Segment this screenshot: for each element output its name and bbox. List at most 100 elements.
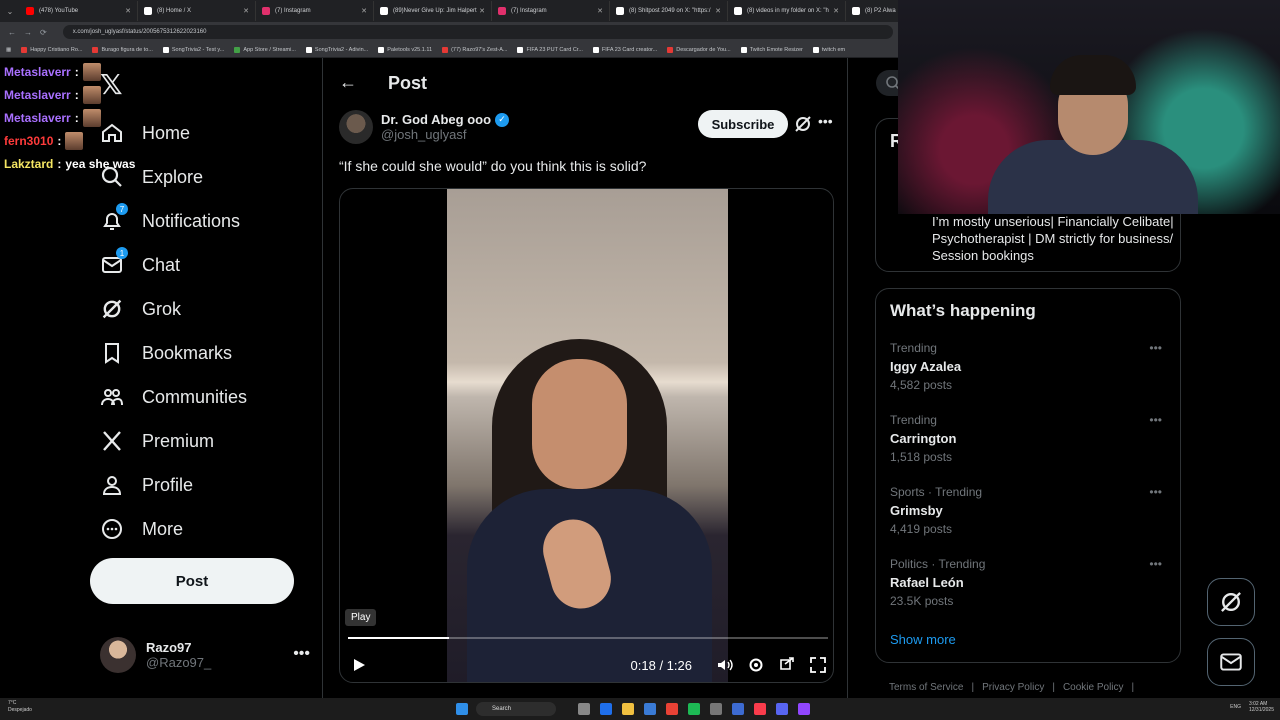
pip-button[interactable] — [777, 655, 797, 675]
x-logo-icon[interactable]: 𝕏 — [100, 71, 126, 99]
file-explorer-icon[interactable] — [622, 703, 634, 715]
nav-item-chat[interactable]: 1 Chat — [100, 243, 247, 287]
store-icon[interactable] — [644, 703, 656, 715]
post-author[interactable]: Dr. God Abeg ooo ✓ @josh_uglyasf — [339, 110, 510, 144]
bookmark-item[interactable]: FIFA 23 Card creator... — [592, 46, 657, 53]
bookmark-label: SongTrivia2 - Test y... — [171, 46, 225, 53]
footer-link[interactable]: Cookie Policy — [1063, 682, 1124, 693]
language-indicator[interactable]: ENG — [1230, 704, 1241, 710]
discord-icon[interactable] — [776, 703, 788, 715]
more-dots-icon[interactable]: ••• — [1149, 341, 1162, 355]
more-dots-icon[interactable]: ••• — [818, 113, 833, 129]
bookmark-item[interactable]: SongTrivia2 - Test y... — [162, 46, 225, 53]
nav-item-more[interactable]: More — [100, 507, 247, 551]
nav-item-premium[interactable]: Premium — [100, 419, 247, 463]
bookmark-item[interactable]: twitch em — [812, 46, 846, 53]
bookmark-item[interactable]: (77) Razo97's Zest-A... — [442, 46, 507, 53]
trend-name: Grimsby — [890, 503, 943, 518]
messages-floating-button[interactable] — [1207, 638, 1255, 686]
post-button[interactable]: Post — [90, 558, 294, 604]
start-icon[interactable] — [456, 703, 468, 715]
trend-item[interactable]: Trending Carrington 1,518 posts ••• — [890, 413, 1170, 464]
more-dots-icon[interactable]: ••• — [1149, 557, 1162, 571]
apps-icon[interactable]: ▦ — [6, 47, 11, 53]
clock[interactable]: 3:02 AM 12/31/2025 — [1249, 701, 1274, 713]
trend-item[interactable]: Sports · Trending Grimsby 4,419 posts ••… — [890, 485, 1170, 536]
close-tab-icon[interactable]: ✕ — [597, 7, 603, 15]
back-nav-icon[interactable]: ← — [8, 28, 16, 37]
author-handle[interactable]: @josh_uglyasf — [381, 127, 509, 142]
person-icon — [100, 473, 124, 497]
back-arrow-icon[interactable]: ← — [339, 72, 357, 93]
bookmark-item[interactable]: FIFA 23 PUT Card Cr... — [517, 46, 583, 53]
close-tab-icon[interactable]: ✕ — [479, 7, 485, 15]
video-player[interactable]: Play 0:18 / 1:26 — [339, 188, 834, 683]
close-tab-icon[interactable]: ✕ — [833, 7, 839, 15]
post-text: “If she could she would” do you think th… — [339, 158, 647, 174]
trend-item[interactable]: Trending Iggy Azalea 4,582 posts ••• — [890, 341, 1170, 392]
music-icon[interactable] — [754, 703, 766, 715]
bookmark-label: App Store / Streami... — [243, 46, 296, 53]
forward-nav-icon[interactable]: → — [24, 28, 32, 37]
notification-badge: 1 — [116, 247, 128, 259]
nav-item-explore[interactable]: Explore — [100, 155, 247, 199]
account-switcher[interactable]: Razo97 @Razo97_ ••• — [100, 637, 310, 673]
show-more-link[interactable]: Show more — [890, 632, 956, 647]
close-tab-icon[interactable]: ✕ — [361, 7, 367, 15]
nav-item-grok[interactable]: Grok — [100, 287, 247, 331]
subscribe-button[interactable]: Subscribe — [698, 110, 788, 138]
video-frame[interactable] — [447, 189, 728, 682]
volume-button[interactable] — [715, 655, 735, 675]
nav-item-notifications[interactable]: 7 Notifications — [100, 199, 247, 243]
more-dots-icon[interactable]: ••• — [293, 645, 310, 663]
play-button[interactable] — [348, 654, 370, 676]
bookmark-item[interactable]: SongTrivia2 - Adivin... — [305, 46, 368, 53]
nav-item-profile[interactable]: Profile — [100, 463, 247, 507]
grok-icon[interactable] — [793, 114, 813, 134]
weather-widget[interactable]: 7°C Despejado — [8, 700, 32, 714]
spotify-icon[interactable] — [688, 703, 700, 715]
chat-username: Lakztard — [4, 156, 54, 171]
settings-button[interactable] — [746, 655, 766, 675]
chrome-icon[interactable] — [666, 703, 678, 715]
trend-item[interactable]: Politics · Trending Rafael León 23.5K po… — [890, 557, 1170, 608]
browser-tab[interactable]: (8) Home / X ✕ — [138, 1, 256, 21]
footer-link[interactable]: Terms of Service — [889, 682, 963, 693]
browser-tab[interactable]: (8) Shitpost 2049 on X: "https:/ ✕ — [610, 1, 728, 21]
footer-link[interactable]: Privacy Policy — [982, 682, 1044, 693]
bookmark-item[interactable]: Descargador de You... — [667, 46, 731, 53]
fullscreen-button[interactable] — [808, 655, 828, 675]
author-name[interactable]: Dr. God Abeg ooo — [381, 112, 491, 127]
bookmark-item[interactable]: App Store / Streami... — [234, 46, 296, 53]
twitch-icon[interactable] — [798, 703, 810, 715]
reload-icon[interactable]: ⟳ — [40, 28, 47, 37]
bookmark-item[interactable]: Happy Cristiano Ro... — [21, 46, 82, 53]
task-view-icon[interactable] — [578, 703, 590, 715]
url-field[interactable]: x.com/josh_uglyasf/status/20056753126220… — [62, 25, 893, 39]
browser-tab[interactable]: (478) YouTube ✕ — [20, 1, 138, 21]
close-tab-icon[interactable]: ✕ — [125, 7, 131, 15]
close-tab-icon[interactable]: ✕ — [243, 7, 249, 15]
more-dots-icon[interactable]: ••• — [1149, 413, 1162, 427]
close-tab-icon[interactable]: ✕ — [715, 7, 721, 15]
video-progress-bar[interactable] — [348, 637, 828, 639]
bookmark-label: twitch em — [821, 46, 846, 53]
app-icon[interactable] — [732, 703, 744, 715]
browser-tab[interactable]: (89)Never Give Up: Jim Halpert ✕ — [374, 1, 492, 21]
taskbar-search[interactable]: Search — [476, 702, 556, 716]
author-avatar[interactable] — [339, 110, 373, 144]
app-icon[interactable] — [710, 703, 722, 715]
browser-tab[interactable]: (8) videos in my folder on X: "h ✕ — [728, 1, 846, 21]
browser-tab[interactable]: (7) Instagram ✕ — [492, 1, 610, 21]
bookmark-item[interactable]: Twitch Emote Resizer — [740, 46, 803, 53]
more-dots-icon[interactable]: ••• — [1149, 485, 1162, 499]
bookmark-item[interactable]: Paletools v25.1.11 — [378, 46, 432, 53]
grok-floating-button[interactable] — [1207, 578, 1255, 626]
edge-icon[interactable] — [600, 703, 612, 715]
bookmark-item[interactable]: Burago figura de to... — [92, 46, 153, 53]
nav-item-bookmarks[interactable]: Bookmarks — [100, 331, 247, 375]
nav-item-communities[interactable]: Communities — [100, 375, 247, 419]
browser-tab[interactable]: (7) Instagram ✕ — [256, 1, 374, 21]
tab-search-icon[interactable]: ⌄ — [0, 7, 20, 16]
nav-item-home[interactable]: Home — [100, 111, 247, 155]
